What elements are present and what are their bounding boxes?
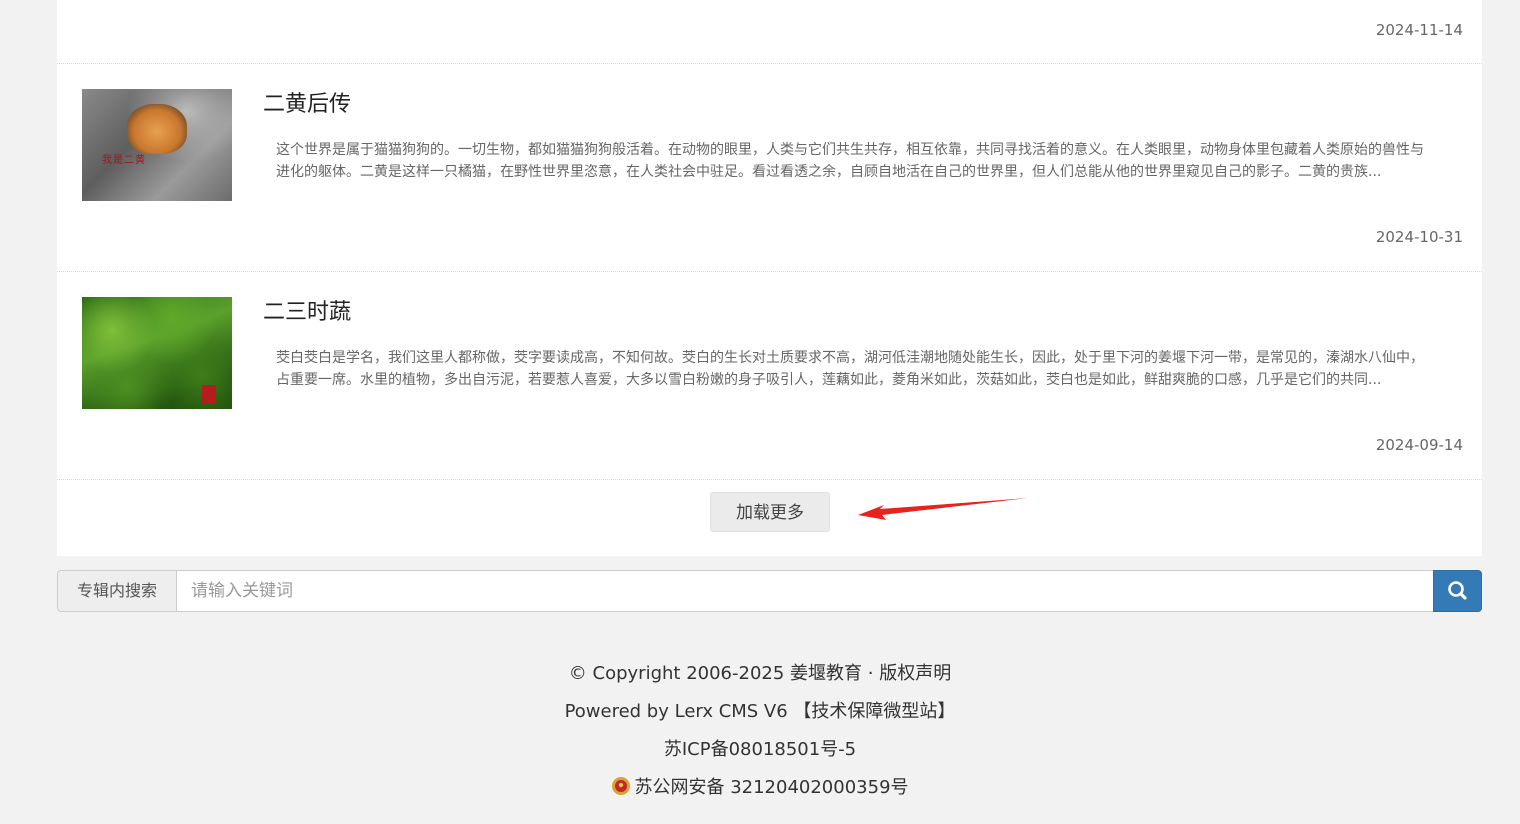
article-list-panel: 2024-11-14 我是二黄 二黄后传 这个世界是属于猫猫狗狗的。一切生物，都…: [57, 0, 1482, 556]
album-search: 专辑内搜索: [57, 570, 1482, 612]
search-button[interactable]: [1433, 570, 1482, 612]
search-icon: [1448, 581, 1467, 600]
item-date: 2024-09-14: [1375, 436, 1463, 454]
divider: [57, 479, 1482, 480]
item-thumbnail[interactable]: [82, 297, 232, 409]
item-date: 2024-11-14: [1375, 21, 1463, 39]
seal-stamp: [202, 385, 216, 403]
footer: © Copyright 2006-2025 姜堰教育 · 版权声明 Powere…: [0, 660, 1520, 812]
load-more-button[interactable]: 加载更多: [710, 492, 830, 532]
thumbnail-caption: 我是二黄: [102, 155, 146, 166]
item-title[interactable]: 二三时蔬: [263, 298, 351, 328]
list-item[interactable]: 二三时蔬 茭白茭白是学名，我们这里人都称做，茭字要读成高，不知何故。茭白的生长对…: [57, 272, 1482, 479]
item-thumbnail[interactable]: 我是二黄: [82, 89, 232, 201]
search-label: 专辑内搜索: [57, 570, 177, 612]
item-description: 这个世界是属于猫猫狗狗的。一切生物，都如猫猫狗狗般活着。在动物的眼里，人类与它们…: [276, 142, 1424, 180]
copyright-text: © Copyright 2006-2025 姜堰教育 · 版权声明: [568, 663, 952, 684]
item-description: 茭白茭白是学名，我们这里人都称做，茭字要读成高，不知何故。茭白的生长对土质要求不…: [276, 350, 1424, 388]
police-record[interactable]: 苏公网安备 32120402000359号: [0, 774, 1520, 812]
item-date: 2024-10-31: [1375, 228, 1463, 246]
list-item[interactable]: 我是二黄 二黄后传 这个世界是属于猫猫狗狗的。一切生物，都如猫猫狗狗般活着。在动…: [57, 64, 1482, 271]
powered-by-text: Powered by Lerx CMS V6 【技术保障微型站】: [564, 701, 956, 722]
search-input[interactable]: [176, 570, 1434, 612]
cat-image: [127, 104, 187, 154]
police-badge-icon: [612, 777, 631, 795]
arrow-annotation: [858, 498, 1028, 520]
police-record-text: 苏公网安备 32120402000359号: [634, 777, 909, 798]
item-title[interactable]: 二黄后传: [263, 90, 351, 120]
icp-link[interactable]: 苏ICP备08018501号-5: [0, 736, 1520, 774]
arrow-shape: [858, 498, 1028, 520]
